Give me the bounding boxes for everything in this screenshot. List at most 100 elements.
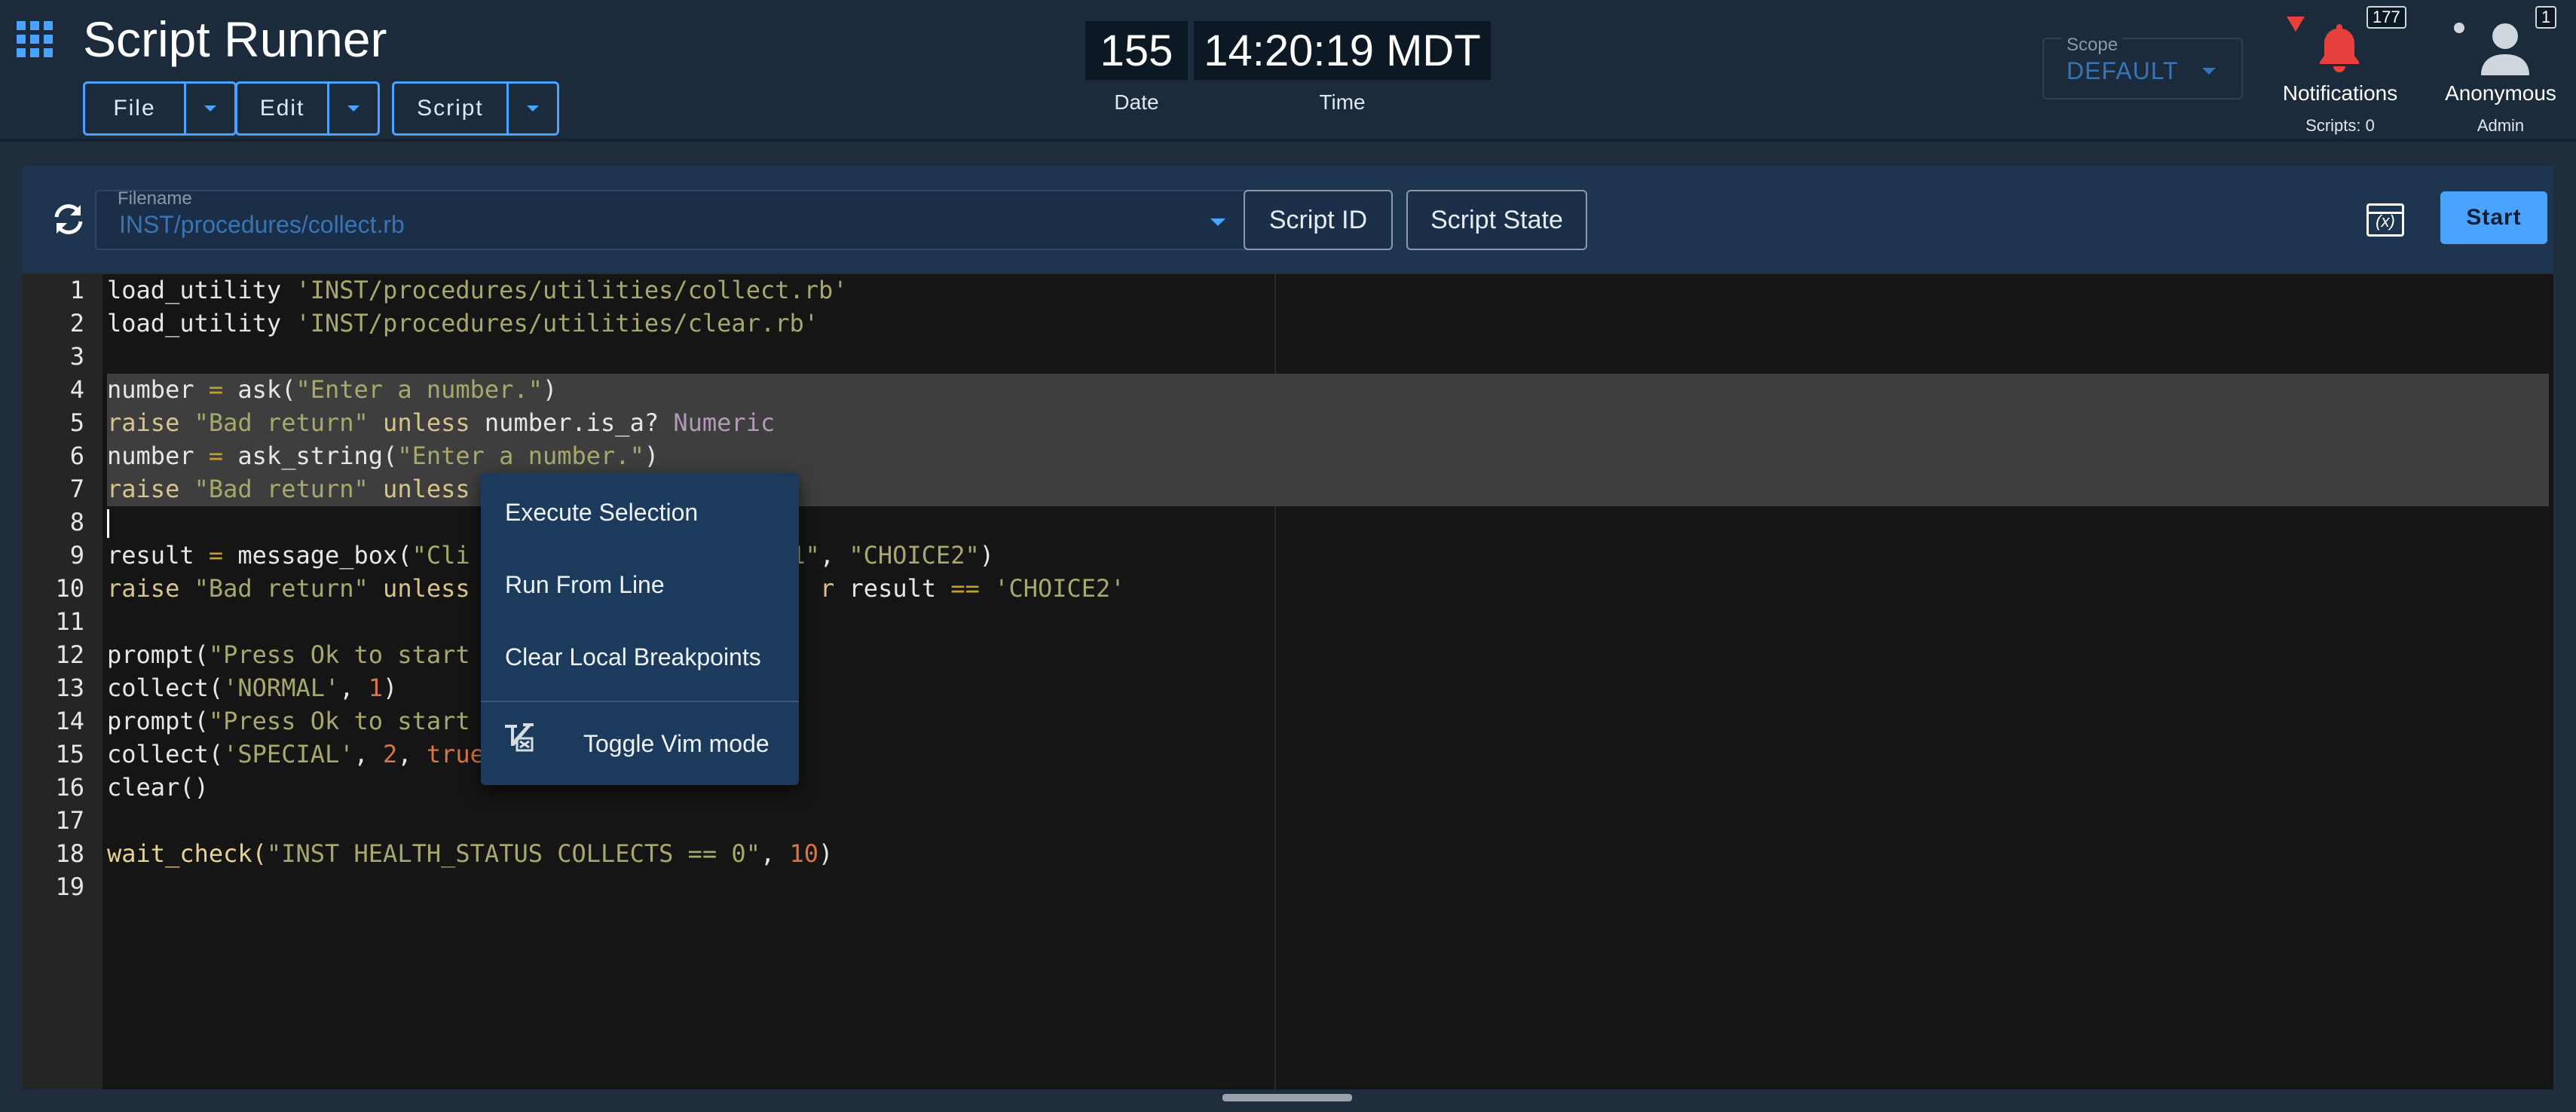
code-token: = (208, 375, 224, 404)
edit-menu-label: Edit (237, 84, 330, 133)
code-token: , (339, 674, 369, 702)
code-line-fragment[interactable]: E1", "CHOICE2") (776, 541, 994, 570)
code-line[interactable]: number = ask_string("Enter a number.") (107, 441, 659, 470)
run-from-line-menu-item[interactable]: Run From Line (481, 548, 799, 621)
code-token: load_utility (107, 309, 296, 338)
code-token: , (353, 740, 384, 768)
user-name: Anonymous (2445, 81, 2556, 105)
line-number: 8 (69, 508, 84, 536)
filename-value: INST/procedures/collect.rb (119, 211, 405, 238)
user-role: Admin (2477, 116, 2525, 135)
code-token: = (208, 541, 224, 570)
code-token: unless (383, 408, 470, 437)
scope-select[interactable]: Scope DEFAULT (2042, 35, 2243, 99)
line-number-gutter[interactable]: 1 2 3 4 5 6 7 8 9 10 11 12 13 14 15 16 1… (23, 274, 102, 1089)
chevron-down-icon (2202, 68, 2216, 75)
file-menu-label: File (85, 84, 186, 133)
code-token: 2 (383, 740, 398, 768)
line-number: 18 (55, 839, 84, 868)
code-token: "Press Ok to start (208, 640, 470, 669)
code-line[interactable]: wait_check("INST HEALTH_STATUS COLLECTS … (107, 839, 833, 868)
status-dot-icon (2454, 23, 2464, 33)
apps-grid-icon[interactable] (17, 21, 53, 57)
code-line[interactable]: collect('NORMAL', 1) (107, 674, 397, 702)
code-line[interactable]: number = ask("Enter a number.") (107, 375, 557, 404)
code-token: true (426, 740, 485, 768)
script-id-button[interactable]: Script ID (1244, 190, 1393, 250)
line-number: 5 (69, 408, 84, 437)
code-token: 'INST/procedures/utilities/clear.rb' (295, 309, 819, 338)
code-token: , (397, 740, 427, 768)
code-token: , (819, 541, 849, 570)
code-token: "Enter a number." (295, 375, 543, 404)
chevron-down-icon[interactable] (509, 84, 557, 133)
script-menu-label: Script (394, 84, 509, 133)
line-number: 9 (69, 541, 84, 570)
code-token: "Enter a number." (397, 441, 644, 470)
code-line[interactable]: raise "Bad return" unless (107, 475, 470, 503)
code-token: "INST HEALTH_STATUS COLLECTS == 0" (266, 839, 760, 868)
text-cursor (107, 509, 109, 538)
user-menu-button[interactable]: 1 Anonymous Admin (2433, 6, 2568, 136)
line-number: 7 (69, 475, 84, 503)
code-line-fragment[interactable]: r result == 'CHOICE2' (820, 574, 1125, 603)
line-number: 2 (69, 309, 84, 338)
file-menu-button[interactable]: File (83, 81, 237, 136)
start-button[interactable]: Start (2440, 191, 2547, 244)
code-token: ask( (223, 375, 296, 404)
code-token: unless (383, 475, 470, 503)
code-line[interactable]: raise "Bad return" unless (107, 574, 470, 603)
code-line[interactable]: prompt("Press Ok to start (107, 707, 470, 735)
refresh-icon[interactable] (50, 200, 87, 238)
code-line[interactable]: clear() (107, 773, 209, 802)
code-token: "Press Ok to start (208, 707, 470, 735)
code-token: 10 (789, 839, 819, 868)
code-token: "Bad return" (179, 408, 384, 437)
line-number: 1 (69, 276, 84, 304)
code-line[interactable]: result = message_box("Cli (107, 541, 470, 570)
code-line[interactable]: collect('SPECIAL', 2, true (107, 740, 485, 768)
notifications-label: Notifications (2282, 81, 2398, 105)
user-count-badge: 1 (2535, 6, 2557, 29)
filename-select[interactable]: Filename INST/procedures/collect.rb (95, 188, 1253, 250)
code-token: number.is_a? (470, 408, 674, 437)
code-token: 'SPECIAL' (223, 740, 354, 768)
code-line[interactable]: load_utility 'INST/procedures/utilities/… (107, 276, 848, 304)
code-token: ) (818, 839, 834, 868)
chevron-down-icon[interactable] (1210, 218, 1225, 226)
app-title: Script Runner (83, 11, 387, 67)
code-editor[interactable]: 1 2 3 4 5 6 7 8 9 10 11 12 13 14 15 16 1… (23, 274, 2553, 1089)
line-number: 15 (55, 740, 84, 768)
line-number: 12 (55, 640, 84, 669)
scope-value: DEFAULT (2067, 57, 2179, 84)
code-line[interactable]: prompt("Press Ok to start (107, 640, 470, 669)
date-label: Date (1114, 90, 1159, 114)
code-token: Numeric (673, 408, 776, 437)
edit-menu-button[interactable]: Edit (235, 81, 380, 136)
code-token: raise (107, 475, 180, 503)
time-display: 14:20:19 MDT (1194, 21, 1491, 80)
line-number: 14 (55, 707, 84, 735)
execute-selection-menu-item[interactable]: Execute Selection (481, 476, 799, 548)
chevron-down-icon[interactable] (186, 84, 234, 133)
code-line[interactable]: raise "Bad return" unless number.is_a? N… (107, 408, 775, 437)
clear-breakpoints-menu-item[interactable]: Clear Local Breakpoints (481, 621, 799, 693)
code-token: result (107, 541, 209, 570)
variables-icon[interactable]: (x) (2366, 203, 2404, 237)
code-token: "Cli (411, 541, 470, 570)
top-app-bar: Script Runner File Edit Script 155 Date … (0, 0, 2576, 142)
script-state-button[interactable]: Script State (1406, 190, 1587, 250)
bell-icon (2320, 24, 2359, 72)
line-number: 17 (55, 806, 84, 835)
horizontal-scrollbar[interactable] (1222, 1094, 1352, 1101)
code-token: "Bad return" (179, 475, 384, 503)
alert-triangle-icon (2287, 17, 2305, 32)
chevron-down-icon[interactable] (329, 84, 378, 133)
notifications-button[interactable]: 177 Notifications Scripts: 0 (2269, 6, 2412, 136)
time-label: Time (1319, 90, 1366, 114)
code-token: collect( (107, 740, 224, 768)
code-line[interactable]: load_utility 'INST/procedures/utilities/… (107, 309, 818, 338)
code-token: ) (542, 375, 558, 404)
script-menu-button[interactable]: Script (392, 81, 559, 136)
script-toolbar: Filename INST/procedures/collect.rb Scri… (23, 166, 2553, 273)
